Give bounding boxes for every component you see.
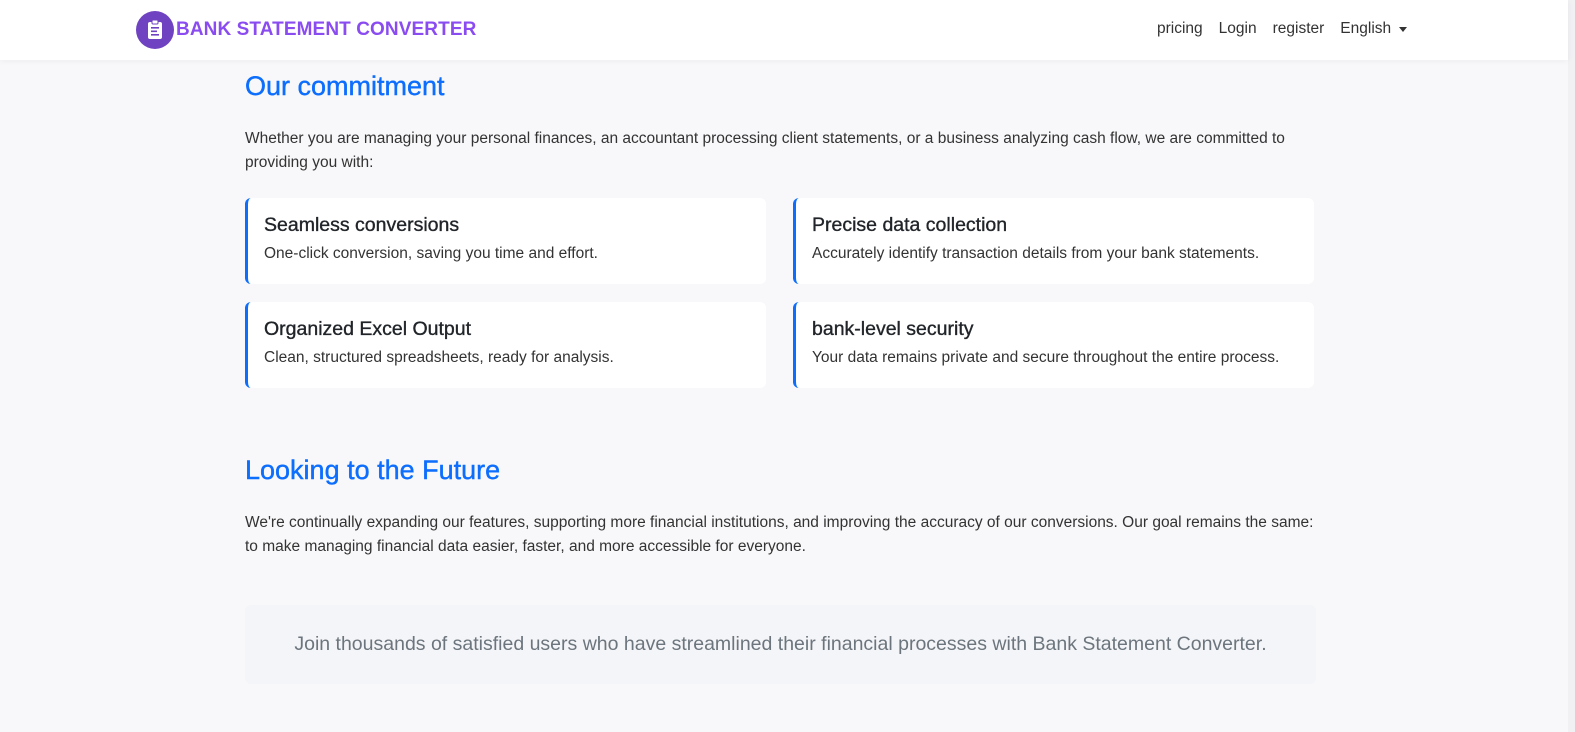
feature-card-text: Clean, structured spreadsheets, ready fo… xyxy=(264,349,614,366)
feature-card-title: Precise data collection xyxy=(812,214,1008,236)
future-text: We're continually expanding our features… xyxy=(245,514,1314,555)
feature-card-text: One-click conversion, saving you time an… xyxy=(264,245,598,262)
feature-card-security: bank-level security Your data remains pr… xyxy=(793,302,1314,388)
feature-card-title: Seamless conversions xyxy=(264,214,460,236)
chevron-down-icon xyxy=(1399,26,1408,32)
brand-name: BANK STATEMENT CONVERTER xyxy=(176,19,477,40)
document-clipboard-icon xyxy=(136,11,174,49)
brand-link[interactable]: BANK STATEMENT CONVERTER xyxy=(136,11,476,49)
cta-text: Join thousands of satisfied users who ha… xyxy=(294,633,1267,655)
feature-card-precise: Precise data collection Accurately ident… xyxy=(793,198,1314,284)
language-dropdown[interactable]: English xyxy=(1340,19,1408,39)
commitment-intro: Whether you are managing your personal f… xyxy=(245,130,1285,171)
feature-card-title: bank-level security xyxy=(812,318,974,340)
nav-pricing-link[interactable]: pricing xyxy=(1157,19,1203,39)
feature-card-title: Organized Excel Output xyxy=(264,318,472,340)
feature-card-excel: Organized Excel Output Clean, structured… xyxy=(245,302,766,388)
nav-menu: pricing Login register English xyxy=(1157,19,1408,39)
commitment-heading: Our commitment xyxy=(245,71,445,101)
nav-login-link[interactable]: Login xyxy=(1219,19,1257,39)
page-scrollbar[interactable] xyxy=(1568,0,1575,732)
future-heading: Looking to the Future xyxy=(245,455,501,485)
top-navbar: BANK STATEMENT CONVERTER pricing Login r… xyxy=(0,0,1568,60)
language-label: English xyxy=(1340,20,1392,37)
cta-banner: Join thousands of satisfied users who ha… xyxy=(245,605,1316,684)
feature-card-text: Your data remains private and secure thr… xyxy=(812,349,1280,366)
feature-card-seamless: Seamless conversions One-click conversio… xyxy=(245,198,766,284)
feature-card-text: Accurately identify transaction details … xyxy=(812,245,1260,262)
nav-register-link[interactable]: register xyxy=(1273,19,1325,39)
